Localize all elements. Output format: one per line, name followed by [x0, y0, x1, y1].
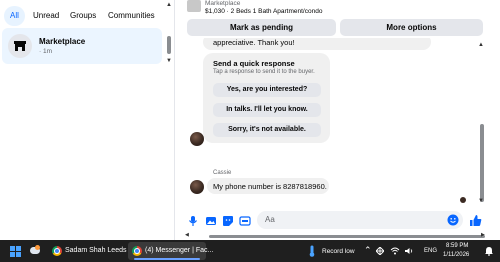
chat-panel: Marketplace $1,030 · 2 Beds 1 Bath Apart…: [175, 0, 500, 240]
message-bubble: appreciative. Thank you!: [203, 38, 431, 50]
language-indicator[interactable]: ENG: [424, 248, 437, 254]
taskbar-app-label: Sadam Shah Leeds ...: [65, 247, 135, 254]
gif-icon[interactable]: [239, 215, 251, 227]
listing-category: Marketplace: [205, 0, 241, 7]
conversation-time: · 1m: [39, 48, 52, 55]
clock-date[interactable]: 1/11/2026: [443, 252, 469, 258]
network-icon[interactable]: [376, 247, 384, 255]
image-icon[interactable]: [205, 215, 217, 227]
message-input-placeholder: Aa: [265, 215, 275, 224]
speaker-icon[interactable]: [404, 247, 414, 255]
sticker-icon[interactable]: [222, 215, 234, 227]
taskbar-app-chrome-2[interactable]: (4) Messenger | Fac...: [128, 242, 213, 260]
scroll-down-icon[interactable]: ▼: [166, 58, 172, 64]
more-options-button[interactable]: More options: [340, 19, 483, 36]
clock-time[interactable]: 8:59 PM: [446, 243, 468, 249]
notification-bell-icon[interactable]: [484, 246, 494, 256]
filter-communities[interactable]: Communities: [102, 6, 161, 26]
scroll-up-icon[interactable]: ▲: [166, 2, 172, 8]
windows-start-icon[interactable]: [10, 246, 21, 257]
filter-tabs: All Unread Groups Communities: [0, 6, 168, 26]
conversation-marketplace[interactable]: Marketplace · 1m: [2, 28, 162, 64]
listing-title[interactable]: $1,030 · 2 Beds 1 Bath Apartment/condo: [205, 8, 322, 15]
message-text: My phone number is 8287818960.: [213, 182, 327, 191]
up-arrow-icon[interactable]: ⌃: [364, 245, 372, 256]
taskbar-app-label: (4) Messenger | Fac...: [145, 247, 214, 254]
thermometer-icon[interactable]: [308, 245, 316, 257]
like-thumb-icon[interactable]: [469, 214, 482, 227]
horizontal-scrollbar[interactable]: [185, 234, 485, 239]
filter-all[interactable]: All: [4, 6, 25, 26]
horizontal-scroll-thumb[interactable]: [209, 235, 485, 238]
scroll-down-icon[interactable]: ▼: [478, 198, 484, 204]
listing-thumbnail[interactable]: [187, 0, 201, 12]
chrome-icon: [132, 246, 142, 256]
chat-scrollbar[interactable]: [480, 124, 484, 202]
filter-unread[interactable]: Unread: [27, 6, 65, 26]
avatar[interactable]: [190, 180, 204, 194]
filter-groups[interactable]: Groups: [64, 6, 102, 26]
message-bubble: My phone number is 8287818960.: [207, 178, 329, 194]
quick-response-subtitle: Tap a response to send it to the buyer.: [213, 69, 315, 75]
message-composer: Aa: [175, 210, 500, 232]
avatar[interactable]: [190, 132, 204, 146]
microphone-icon[interactable]: [187, 215, 199, 227]
quick-reply-not-available[interactable]: Sorry, it's not available.: [213, 123, 321, 137]
list-scrollbar[interactable]: [167, 36, 171, 54]
mark-pending-button[interactable]: Mark as pending: [187, 19, 336, 36]
chat-list-panel: All Unread Groups Communities Marketplac…: [0, 0, 172, 240]
scroll-up-icon[interactable]: ▲: [478, 42, 484, 48]
quick-response-title: Send a quick response: [213, 59, 295, 68]
chrome-icon: [52, 246, 62, 256]
message-input[interactable]: Aa: [257, 211, 463, 229]
taskbar-app-chrome-1[interactable]: Sadam Shah Leeds ...: [48, 242, 134, 260]
store-icon: [8, 34, 32, 58]
sender-name: Cassie: [213, 170, 232, 176]
weather-widget-icon[interactable]: [28, 241, 42, 261]
windows-taskbar: Sadam Shah Leeds ... (4) Messenger | Fac…: [0, 240, 500, 262]
scroll-right-icon[interactable]: ▶: [481, 232, 485, 238]
seen-indicator: [460, 197, 466, 203]
wifi-icon[interactable]: [390, 247, 400, 255]
emoji-icon[interactable]: [447, 214, 459, 226]
message-text: appreciative. Thank you!: [213, 38, 295, 47]
conversation-name: Marketplace: [39, 37, 86, 46]
quick-reply-interested[interactable]: Yes, are you interested?: [213, 83, 321, 97]
quick-reply-in-talks[interactable]: In talks. I'll let you know.: [213, 103, 321, 117]
weather-status[interactable]: Record low: [322, 248, 355, 255]
message-thread: appreciative. Thank you! Send a quick re…: [175, 38, 491, 210]
active-indicator: [134, 258, 200, 260]
